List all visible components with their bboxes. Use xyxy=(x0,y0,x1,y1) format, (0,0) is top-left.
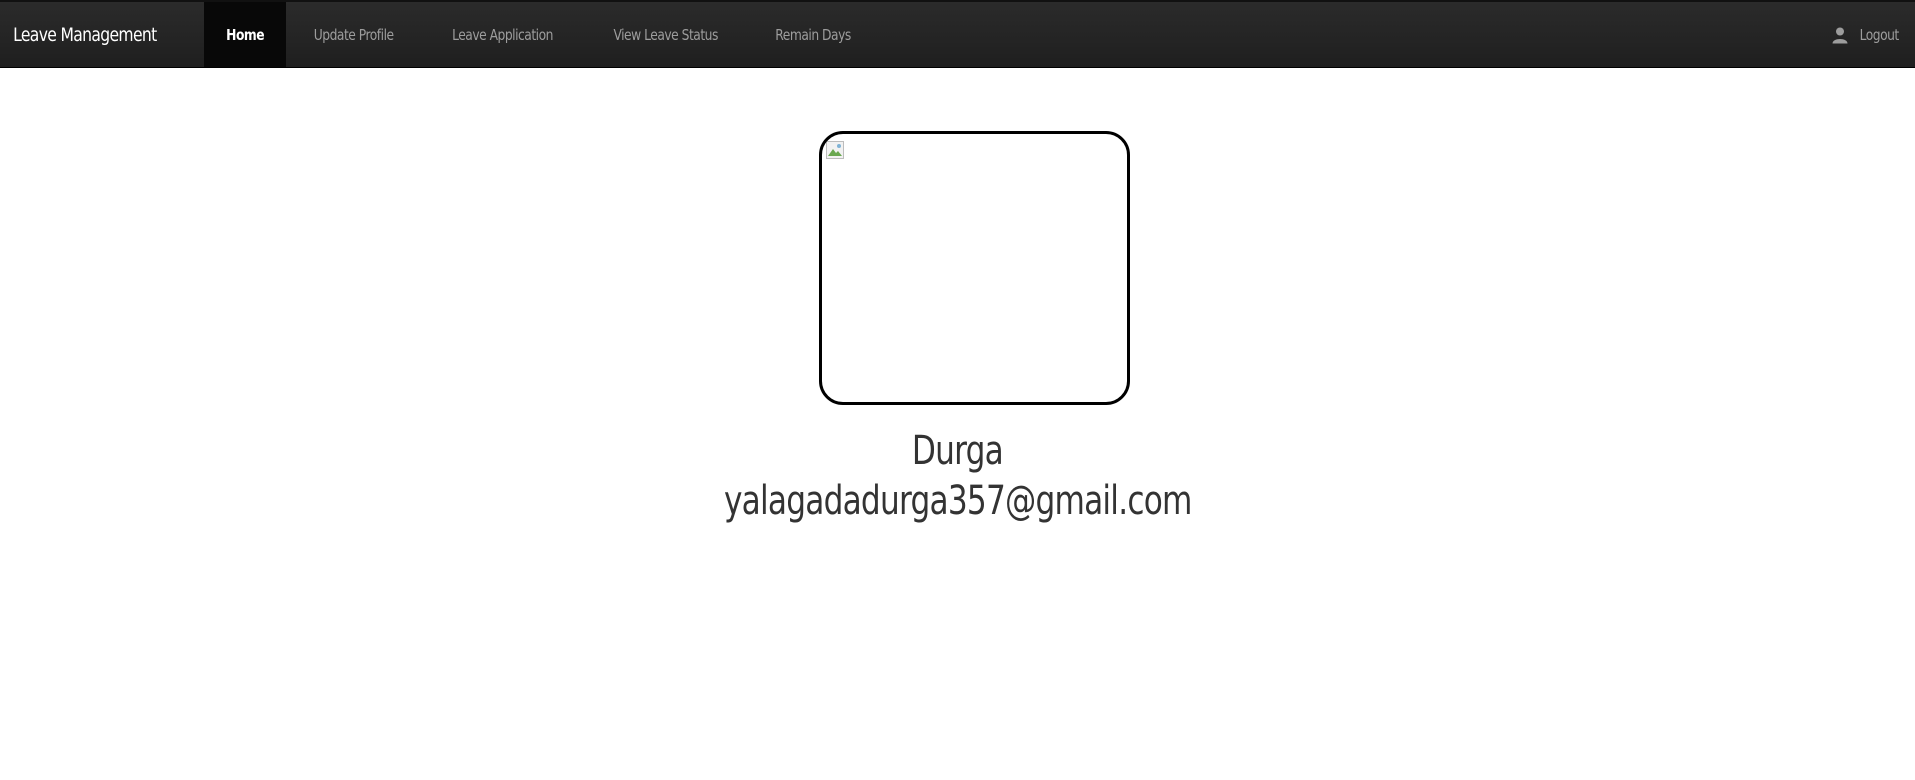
logout-link[interactable]: Logout xyxy=(1831,2,1899,68)
nav-item-home[interactable]: Home xyxy=(204,2,287,67)
brand-link[interactable]: Leave Management xyxy=(0,2,157,67)
nav-item-label: Update Profile xyxy=(314,25,394,44)
profile-photo xyxy=(819,131,1130,405)
top-navbar: Leave Management Home Update Profile Lea… xyxy=(0,0,1915,68)
logout-label: Logout xyxy=(1859,26,1900,44)
profile-email-text: yalagadadurga357@gmail.com xyxy=(723,478,1192,524)
nav-item-label: Home xyxy=(226,25,265,44)
nav-menu: Home Update Profile Leave Application Vi… xyxy=(204,2,878,67)
brand-label: Leave Management xyxy=(13,23,157,46)
nav-item-update-profile[interactable]: Update Profile xyxy=(286,2,421,67)
profile-name: Durga xyxy=(0,428,1915,474)
nav-item-label: Leave Application xyxy=(451,25,553,44)
broken-image-icon xyxy=(826,141,844,159)
nav-item-remain-days[interactable]: Remain Days xyxy=(748,2,878,67)
profile-email: yalagadadurga357@gmail.com xyxy=(0,478,1915,524)
nav-item-label: View Leave Status xyxy=(613,25,718,44)
nav-item-label: Remain Days xyxy=(775,25,851,44)
nav-item-leave-application[interactable]: Leave Application xyxy=(422,2,583,67)
nav-item-view-leave-status[interactable]: View Leave Status xyxy=(583,2,748,67)
profile-name-text: Durga xyxy=(911,428,1004,474)
user-icon xyxy=(1832,27,1848,44)
